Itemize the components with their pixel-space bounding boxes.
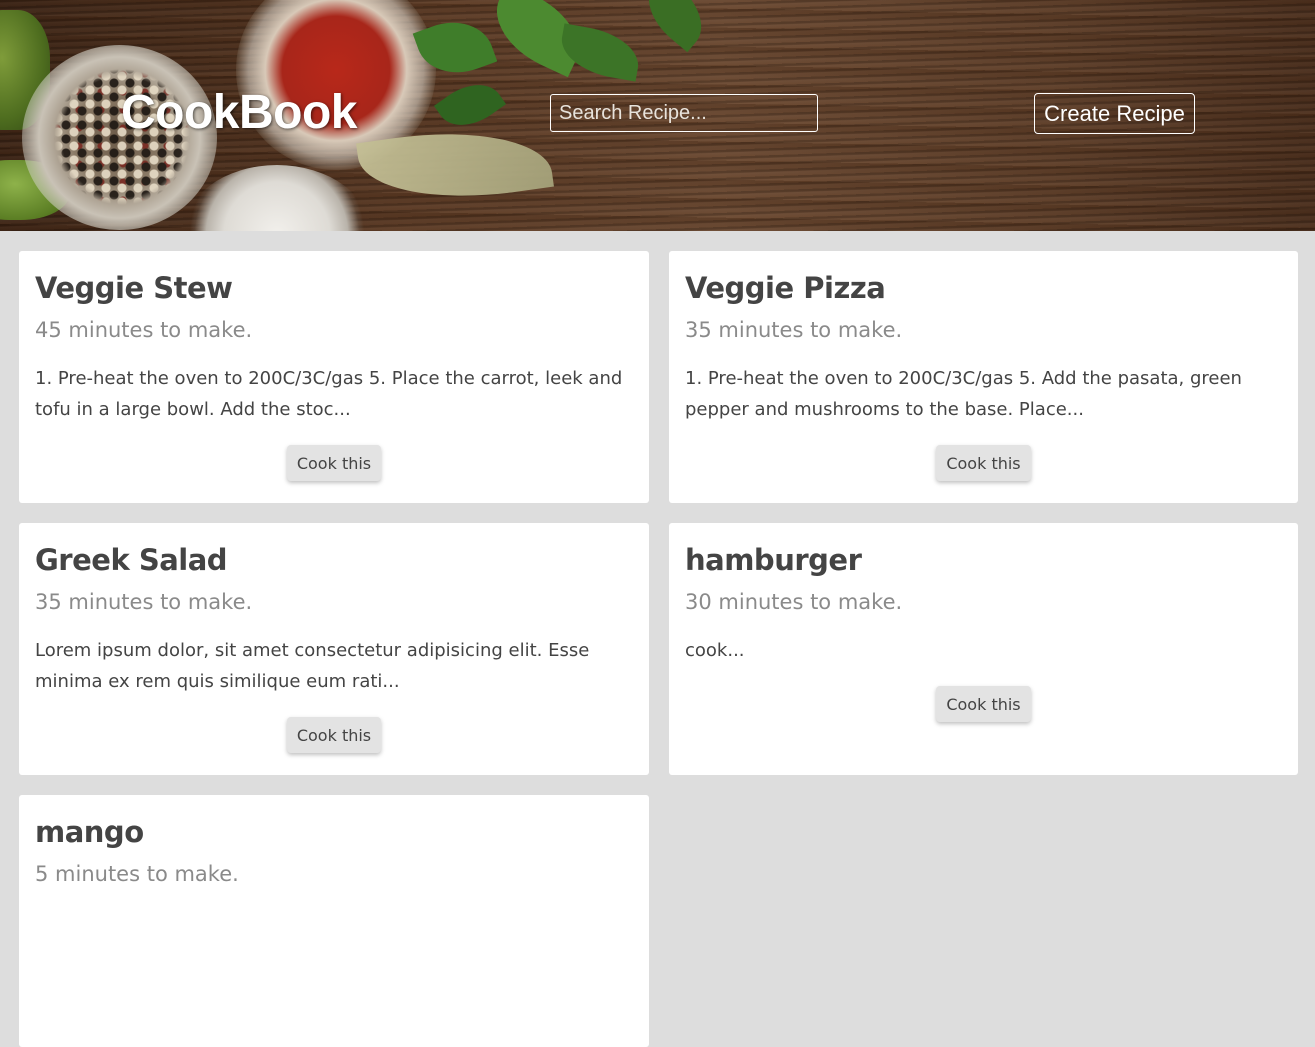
cook-this-button[interactable]: Cook this (286, 717, 382, 753)
cook-this-button[interactable]: Cook this (936, 445, 1031, 481)
recipe-excerpt: cook... (685, 640, 745, 661)
recipe-excerpt: 1. Pre-heat the oven to 200C/3C/gas 5. P… (35, 368, 623, 420)
recipe-title: Greek Salad (35, 543, 228, 577)
search-input[interactable] (550, 94, 818, 132)
recipe-time: 35 minutes to make. (685, 318, 903, 342)
recipe-excerpt: 1. Pre-heat the oven to 200C/3C/gas 5. A… (685, 368, 1242, 420)
recipe-grid: Veggie Stew 45 minutes to make. 1. Pre-h… (19, 251, 1298, 1047)
recipe-title: Veggie Stew (35, 271, 233, 305)
recipe-title: hamburger (685, 543, 862, 577)
salt-jar-image (182, 165, 372, 231)
recipe-time: 30 minutes to make. (685, 590, 903, 614)
recipe-time: 35 minutes to make. (35, 590, 253, 614)
rosemary-image (633, 0, 717, 53)
basil-leaf-image (433, 71, 507, 139)
recipe-time: 5 minutes to make. (35, 862, 239, 886)
header-banner: CookBook Create Recipe (0, 0, 1315, 231)
cook-this-button[interactable]: Cook this (286, 445, 382, 481)
recipe-card: mango 5 minutes to make. (19, 795, 649, 1047)
recipe-card: Greek Salad 35 minutes to make. Lorem ip… (19, 523, 649, 775)
recipe-card: hamburger 30 minutes to make. cook... Co… (669, 523, 1298, 775)
recipe-time: 45 minutes to make. (35, 318, 253, 342)
cook-this-button[interactable]: Cook this (936, 686, 1031, 722)
recipe-title: mango (35, 815, 144, 849)
recipe-card: Veggie Stew 45 minutes to make. 1. Pre-h… (19, 251, 649, 503)
create-recipe-button[interactable]: Create Recipe (1034, 93, 1195, 134)
recipe-card: Veggie Pizza 35 minutes to make. 1. Pre-… (669, 251, 1298, 503)
recipe-title: Veggie Pizza (685, 271, 886, 305)
brand-title[interactable]: CookBook (121, 84, 358, 142)
recipe-excerpt: Lorem ipsum dolor, sit amet consectetur … (35, 640, 590, 692)
